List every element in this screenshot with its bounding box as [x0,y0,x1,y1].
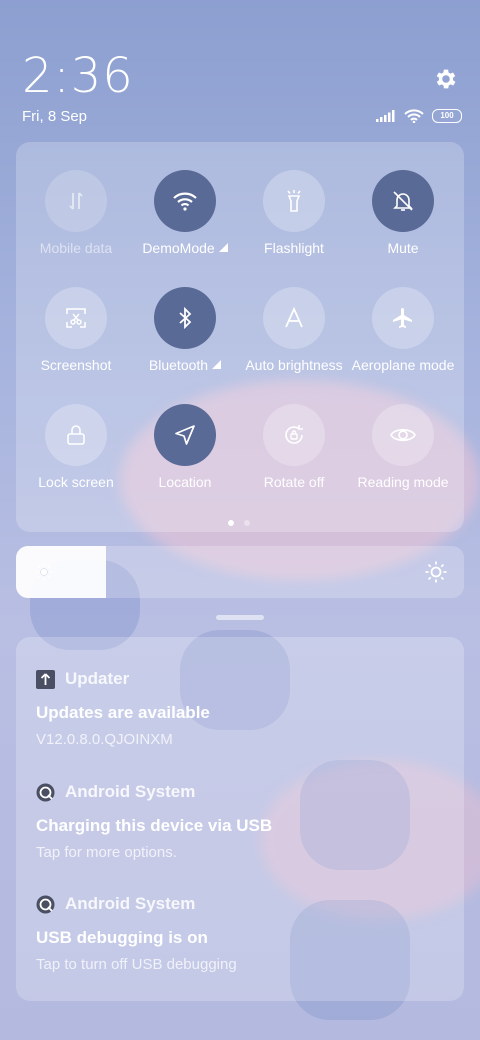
tile-label: Mobile data [39,240,113,256]
bell-mute-icon [372,170,434,232]
notification-app-row: Android System [36,780,446,804]
notification-app-row: Updater [36,667,446,691]
tile-label: Auto brightness [245,357,343,373]
tile-label: Location [158,474,212,490]
tile-label: Screenshot [40,357,112,373]
android-system-icon [36,895,55,914]
notification-title: USB debugging is on [36,928,208,947]
date: Fri, 8 Sep [22,108,88,125]
location-icon [154,404,216,466]
page-indicator [228,520,250,526]
tile-label: Aeroplane mode [351,357,455,373]
tile-mute[interactable]: Mute [348,170,458,280]
notification-usb-charging[interactable]: Android System Charging this device via … [36,780,446,861]
lock-icon [45,404,107,466]
notification-title: Updates are available [36,703,210,722]
notification-body: Tap to turn off USB debugging [36,956,237,973]
signal-icon [376,110,395,122]
brightness-high-icon [425,561,447,583]
tile-flashlight[interactable]: Flashlight [239,170,349,280]
wifi-status-icon [404,109,424,123]
expand-triangle-icon [218,243,228,252]
eye-icon [372,404,434,466]
notification-app-row: Android System [36,892,446,916]
brightness-slider[interactable] [16,546,464,598]
notification-panel: Updater Updates are available V12.0.8.0.… [16,637,464,1001]
tile-aeroplane-mode[interactable]: Aeroplane mode [348,287,458,397]
tile-label: Reading mode [357,474,449,490]
rotate-lock-icon [263,404,325,466]
gear-icon[interactable] [433,66,459,92]
tile-label: Flashlight [264,240,324,256]
expand-triangle-icon [212,360,222,369]
tile-bluetooth[interactable]: Bluetooth [130,287,240,397]
battery-indicator: 100 [432,109,462,123]
auto-brightness-icon [263,287,325,349]
notification-app-name: Updater [65,669,130,688]
system-status-icons: 100 [376,109,462,123]
wifi-icon [154,170,216,232]
tile-wifi[interactable]: DemoMode [130,170,240,280]
notification-body: Tap for more options. [36,844,177,861]
notification-app-name: Android System [65,894,196,913]
tile-rotate-off[interactable]: Rotate off [239,404,349,514]
brightness-slider-fill [16,546,106,598]
tile-lock-screen[interactable]: Lock screen [21,404,131,514]
tile-label: Rotate off [263,474,325,490]
airplane-icon [372,287,434,349]
quick-settings-panel: Mobile data DemoMode Flashlight Mute Scr… [16,142,464,532]
updater-icon [36,669,55,689]
tile-auto-brightness[interactable]: Auto brightness [239,287,349,397]
screenshot-icon [45,287,107,349]
tile-location[interactable]: Location [130,404,240,514]
brightness-low-icon [36,564,52,580]
tile-screenshot[interactable]: Screenshot [21,287,131,397]
android-system-icon [36,783,55,802]
page-dot-active [228,520,234,526]
notification-app-name: Android System [65,782,196,801]
notification-title: Charging this device via USB [36,816,273,835]
drag-handle[interactable] [216,615,264,620]
notification-body: V12.0.8.0.QJOINXM [36,731,173,748]
mobile-data-icon [45,170,107,232]
tile-label: Bluetooth [149,357,222,373]
flashlight-icon [263,170,325,232]
clock: 2:36 [22,48,134,104]
tile-label: Lock screen [38,474,114,490]
tile-label: Mute [387,240,419,256]
bluetooth-icon [154,287,216,349]
page-dot [244,520,250,526]
tile-reading-mode[interactable]: Reading mode [348,404,458,514]
notification-usb-debugging[interactable]: Android System USB debugging is on Tap t… [36,892,446,973]
status-header: 2:36 Fri, 8 Sep 100 [0,0,480,135]
notification-updater[interactable]: Updater Updates are available V12.0.8.0.… [36,667,446,748]
tile-label: DemoMode [142,240,228,256]
tile-mobile-data[interactable]: Mobile data [21,170,131,280]
